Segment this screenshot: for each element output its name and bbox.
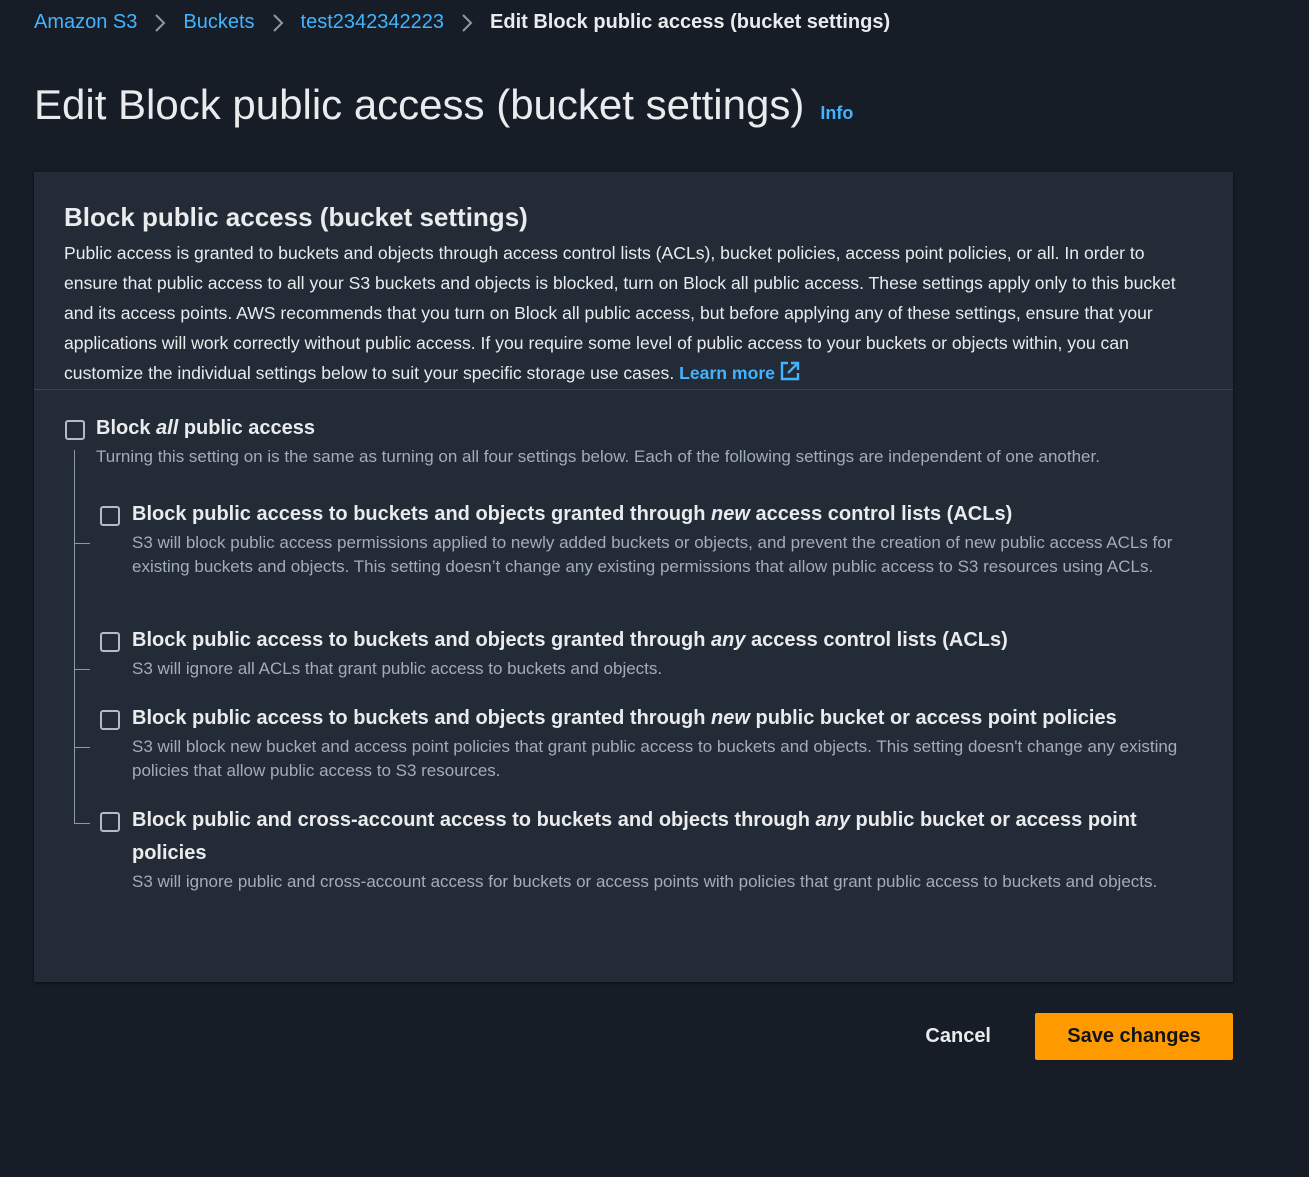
option-label-em: any [815, 809, 850, 831]
block-new-acls-checkbox[interactable] [100, 506, 120, 526]
chevron-right-icon [137, 9, 183, 35]
option-label-em: any [711, 629, 746, 651]
panel-header: Block public access (bucket settings) Pu… [34, 172, 1233, 390]
option-label-em: new [711, 707, 750, 729]
option-label-post: access control lists (ACLs) [749, 503, 1013, 525]
option-label-pre: Block public and cross-account access to… [132, 809, 816, 831]
breadcrumb-buckets[interactable]: Buckets [183, 9, 254, 35]
tree-branch-line [74, 669, 90, 670]
breadcrumb-bucket-name[interactable]: test2342342223 [301, 9, 444, 35]
block-new-policies-description: S3 will block new bucket and access poin… [132, 737, 1178, 780]
chevron-right-icon [444, 9, 490, 35]
breadcrumb-amazon-s3[interactable]: Amazon S3 [34, 9, 137, 35]
block-public-access-panel: Block public access (bucket settings) Pu… [34, 172, 1233, 982]
option-label-em: new [711, 503, 750, 525]
panel-description-text: Public access is granted to buckets and … [64, 243, 1176, 383]
option-label-post: access control lists (ACLs) [745, 629, 1008, 651]
page-title: Edit Block public access (bucket setting… [34, 81, 805, 128]
breadcrumb: Amazon S3 Buckets test2342342223 Edit Bl… [34, 9, 890, 35]
panel-title: Block public access (bucket settings) [64, 202, 528, 232]
block-any-acls-checkbox[interactable] [100, 632, 120, 652]
block-all-description: Turning this setting on is the same as t… [96, 447, 1100, 466]
cancel-button[interactable]: Cancel [911, 1013, 1005, 1060]
block-all-label-em: all [156, 417, 179, 439]
block-any-policies-description: S3 will ignore public and cross-account … [132, 872, 1158, 891]
block-any-acls-description: S3 will ignore all ACLs that grant publi… [132, 659, 663, 678]
block-all-checkbox[interactable] [65, 420, 85, 440]
block-new-acls-description: S3 will block public access permissions … [132, 533, 1173, 576]
tree-branch-line [74, 823, 90, 824]
tree-branch-line [74, 543, 90, 544]
breadcrumb-current: Edit Block public access (bucket setting… [490, 11, 891, 33]
block-any-acls-label: Block public access to buckets and objec… [132, 624, 1008, 657]
panel-description: Public access is granted to buckets and … [64, 238, 1194, 391]
block-any-policies-checkbox[interactable] [100, 812, 120, 832]
block-all-label-pre: Block [96, 417, 157, 439]
chevron-right-icon [255, 9, 301, 35]
block-new-acls-label: Block public access to buckets and objec… [132, 498, 1012, 531]
save-changes-button[interactable]: Save changes [1035, 1013, 1233, 1060]
form-actions: Cancel Save changes [0, 1013, 1233, 1060]
option-label-pre: Block public access to buckets and objec… [132, 629, 712, 651]
external-link-icon [779, 360, 801, 391]
block-any-policies-label: Block public and cross-account access to… [132, 804, 1182, 870]
block-all-label: Block all public access [96, 412, 315, 445]
block-new-policies-checkbox[interactable] [100, 710, 120, 730]
option-label-pre: Block public access to buckets and objec… [132, 503, 712, 525]
learn-more-link[interactable]: Learn more [679, 361, 801, 383]
option-label-post: public bucket or access point policies [749, 707, 1117, 729]
block-all-label-post: public access [178, 417, 316, 439]
tree-branch-line [74, 747, 90, 748]
option-label-pre: Block public access to buckets and objec… [132, 707, 712, 729]
tree-vertical-line [74, 450, 75, 823]
block-new-policies-label: Block public access to buckets and objec… [132, 702, 1117, 735]
learn-more-label: Learn more [679, 363, 775, 383]
page-header: Edit Block public access (bucket setting… [34, 78, 853, 132]
info-link[interactable]: Info [820, 103, 853, 124]
